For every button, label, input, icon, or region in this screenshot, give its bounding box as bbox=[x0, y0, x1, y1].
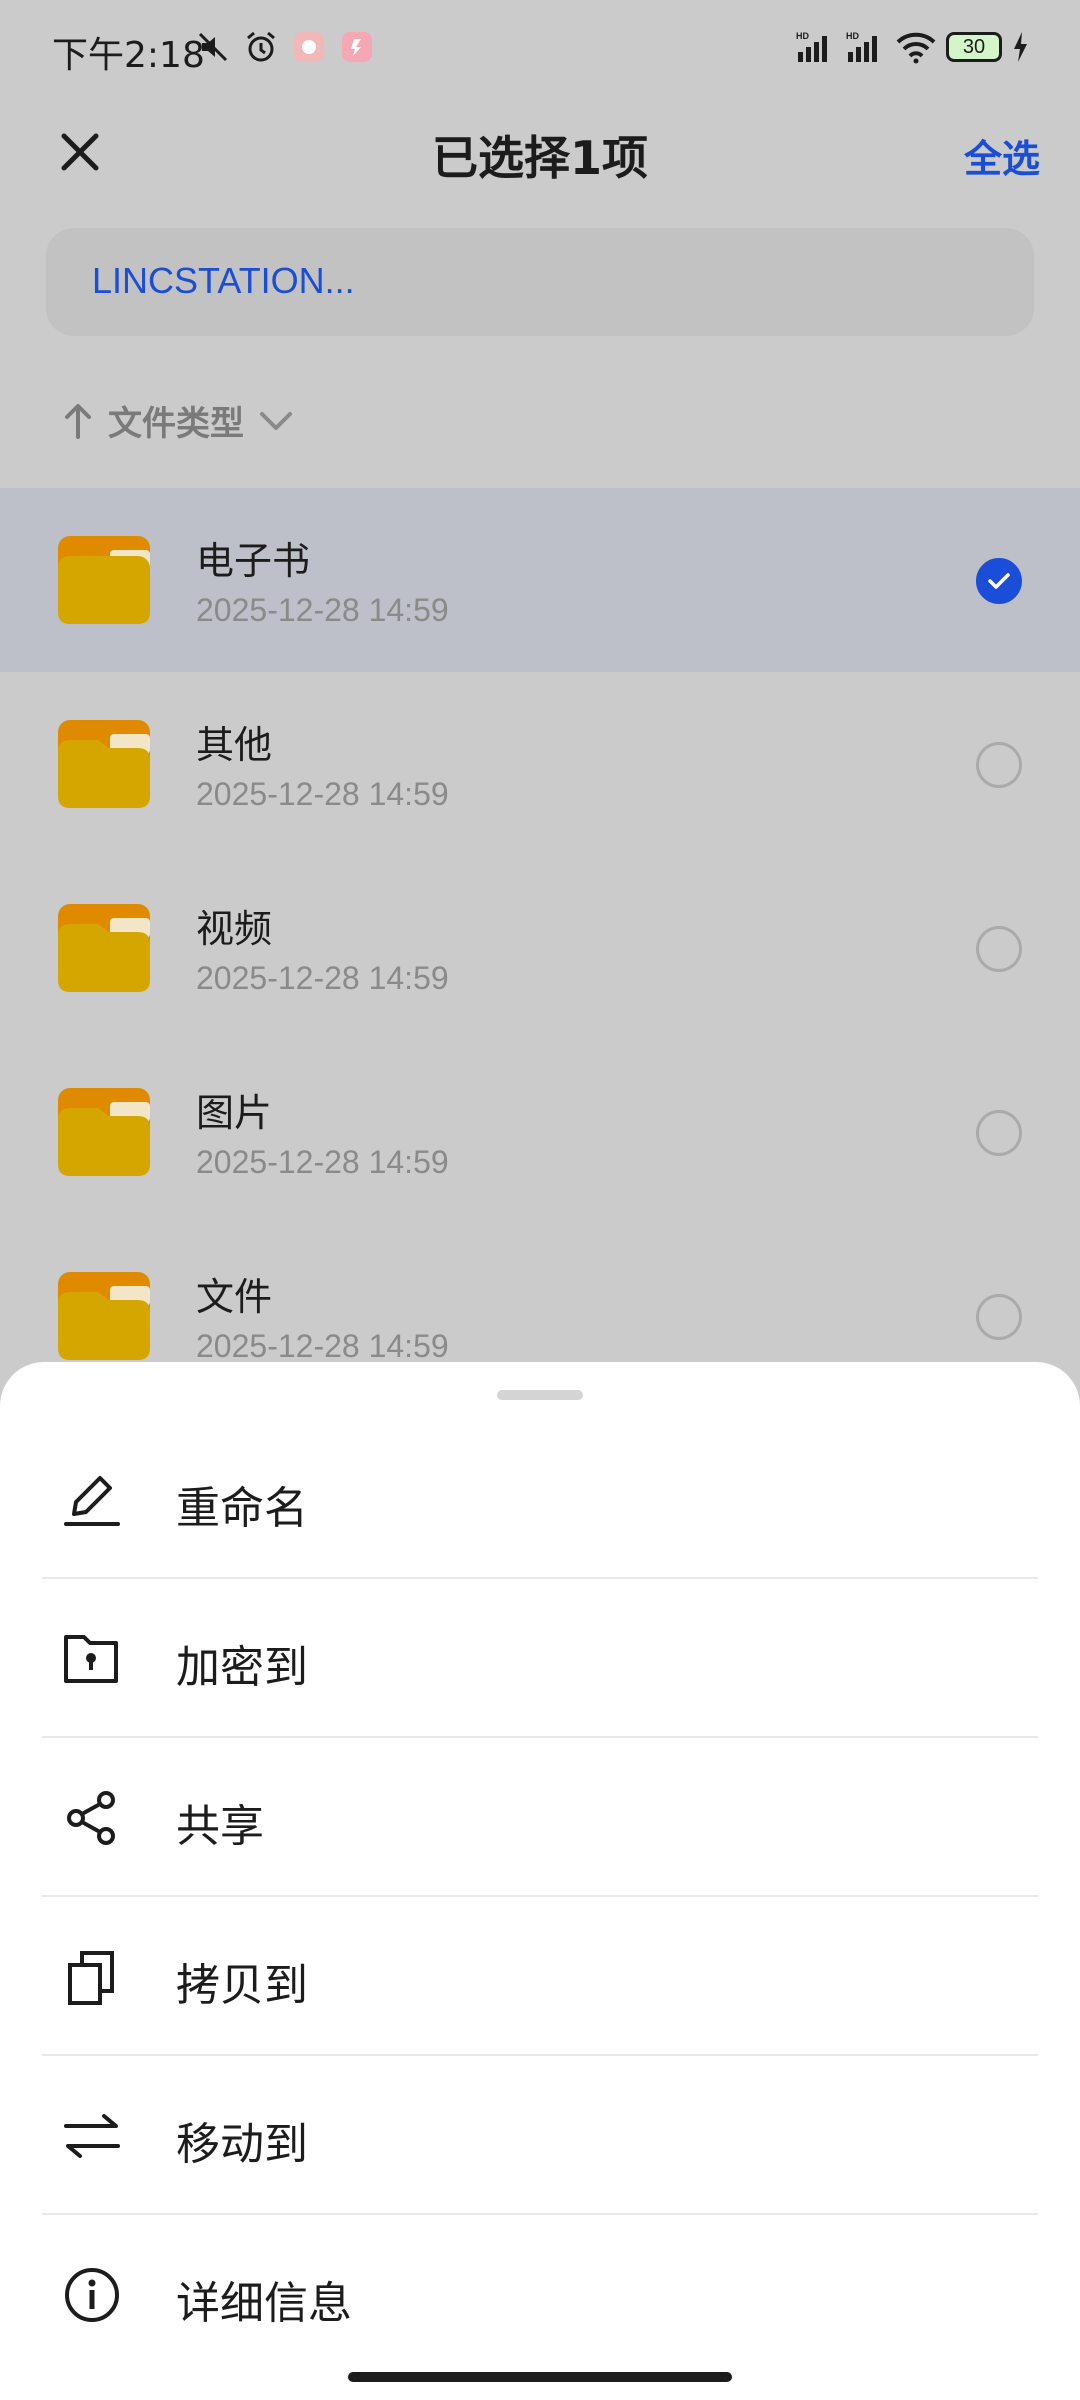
pencil-icon bbox=[64, 1476, 120, 1526]
file-date: 2025-12-28 14:59 bbox=[196, 1144, 449, 1180]
selection-checkbox[interactable] bbox=[976, 558, 1022, 604]
file-name: 图片 bbox=[196, 1091, 273, 1135]
file-name: 其他 bbox=[196, 723, 273, 767]
app-notification-icon bbox=[294, 32, 324, 62]
file-date: 2025-12-28 14:59 bbox=[196, 776, 449, 812]
svg-text:HD: HD bbox=[846, 31, 859, 41]
file-row[interactable]: 电子书 2025-12-28 14:59 bbox=[0, 488, 1080, 672]
file-date: 2025-12-28 14:59 bbox=[196, 960, 449, 996]
file-list: 电子书 2025-12-28 14:59 其他 2025-12-28 14:59… bbox=[0, 488, 1080, 1408]
mute-icon bbox=[198, 32, 228, 62]
drag-handle[interactable] bbox=[497, 1390, 583, 1400]
info-icon bbox=[65, 2268, 119, 2322]
sort-control[interactable]: 文件类型 bbox=[62, 396, 294, 445]
transfer-icon bbox=[64, 2114, 120, 2158]
menu-item-copy[interactable]: 拷贝到 bbox=[42, 1897, 1038, 2056]
status-right-icons: HD HD 30 bbox=[796, 30, 1028, 64]
file-date: 2025-12-28 14:59 bbox=[196, 1328, 449, 1364]
file-row[interactable]: 其他 2025-12-28 14:59 bbox=[0, 672, 1080, 856]
menu-item-share[interactable]: 共享 bbox=[42, 1738, 1038, 1897]
action-menu: 重命名 加密到 共享 拷贝到 移动到 详细信息 bbox=[42, 1420, 1038, 2374]
menu-item-move[interactable]: 移动到 bbox=[42, 2056, 1038, 2215]
signal-icon: HD bbox=[846, 31, 877, 62]
file-date: 2025-12-28 14:59 bbox=[196, 592, 449, 628]
menu-item-encrypt[interactable]: 加密到 bbox=[42, 1579, 1038, 1738]
status-bar: 下午2:18 HD HD 30 bbox=[0, 0, 1080, 100]
selection-checkbox[interactable] bbox=[976, 1110, 1022, 1156]
menu-item-label: 加密到 bbox=[176, 1642, 308, 1693]
menu-item-label: 共享 bbox=[176, 1801, 264, 1852]
battery-indicator: 30 bbox=[946, 32, 1002, 62]
charging-icon bbox=[1014, 32, 1027, 62]
selection-checkbox[interactable] bbox=[976, 742, 1022, 788]
menu-item-label: 拷贝到 bbox=[176, 1960, 308, 2011]
file-name: 视频 bbox=[196, 907, 273, 951]
folder-icon bbox=[58, 1272, 150, 1360]
sort-label[interactable]: 文件类型 bbox=[108, 396, 244, 445]
checkmark-icon bbox=[988, 573, 1010, 589]
share-icon bbox=[67, 1791, 115, 1845]
menu-item-label: 详细信息 bbox=[176, 2278, 352, 2329]
file-row[interactable]: 图片 2025-12-28 14:59 bbox=[0, 1040, 1080, 1224]
copy-icon bbox=[68, 1951, 114, 2005]
signal-icon: HD bbox=[796, 31, 827, 62]
file-name: 电子书 bbox=[196, 539, 311, 583]
select-all-button[interactable]: 全选 bbox=[964, 128, 1040, 183]
folder-icon bbox=[58, 720, 150, 808]
wifi-icon bbox=[896, 32, 936, 64]
folder-icon bbox=[58, 1088, 150, 1176]
page-title: 已选择1项 bbox=[431, 131, 648, 185]
file-row[interactable]: 视频 2025-12-28 14:59 bbox=[0, 856, 1080, 1040]
breadcrumb-path[interactable]: LINCSTATION... bbox=[92, 260, 355, 302]
status-left-icons bbox=[196, 30, 374, 64]
svg-text:HD: HD bbox=[796, 31, 809, 41]
selection-checkbox[interactable] bbox=[976, 1294, 1022, 1340]
folder-icon bbox=[58, 904, 150, 992]
folder-icon bbox=[58, 536, 150, 624]
action-bottom-sheet: 重命名 加密到 共享 拷贝到 移动到 详细信息 bbox=[0, 1362, 1080, 2400]
alarm-icon bbox=[247, 31, 275, 62]
menu-item-label: 移动到 bbox=[176, 2119, 308, 2170]
app-notification-icon bbox=[342, 32, 372, 62]
menu-item-rename[interactable]: 重命名 bbox=[42, 1420, 1038, 1579]
selection-checkbox[interactable] bbox=[976, 926, 1022, 972]
status-time: 下午2:18 bbox=[52, 35, 205, 76]
lock-folder-icon bbox=[64, 1635, 118, 1683]
menu-item-label: 重命名 bbox=[176, 1483, 308, 1534]
home-indicator[interactable] bbox=[348, 2372, 732, 2382]
chevron-down-icon[interactable] bbox=[258, 409, 294, 433]
arrow-up-icon[interactable] bbox=[62, 401, 94, 441]
file-name: 文件 bbox=[196, 1275, 273, 1319]
selection-header: 已选择1项 全选 bbox=[0, 100, 1080, 210]
menu-item-details[interactable]: 详细信息 bbox=[42, 2215, 1038, 2374]
breadcrumb[interactable]: LINCSTATION... bbox=[46, 228, 1034, 336]
